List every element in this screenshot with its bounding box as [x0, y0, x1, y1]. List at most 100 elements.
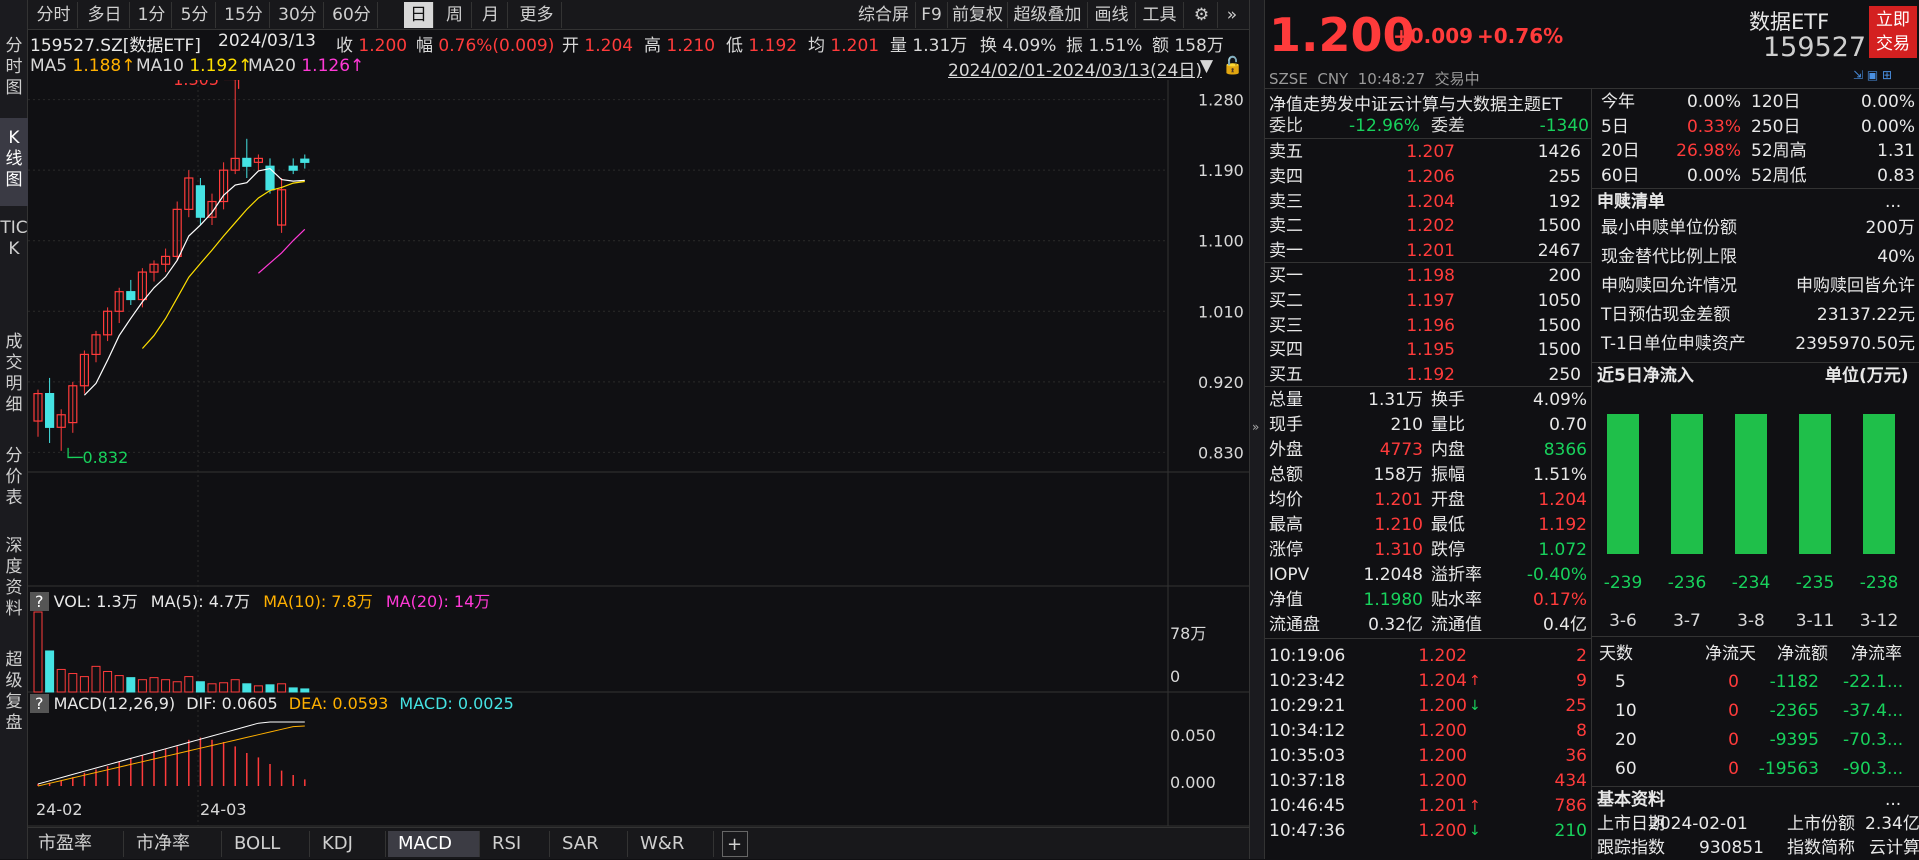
- volume-bars: [33, 611, 310, 693]
- period-week[interactable]: 周: [438, 2, 472, 28]
- flow-days: 5: [1615, 672, 1626, 692]
- dropdown-triangle-icon[interactable]: ▼: [1200, 56, 1213, 76]
- candle: [300, 154, 310, 169]
- subscription-title: 申赎清单: [1597, 192, 1665, 212]
- flow-header: 净流额: [1777, 644, 1828, 664]
- overlay-button[interactable]: 超级叠加: [1008, 2, 1088, 28]
- tab-timeshare[interactable]: 分时图: [0, 36, 28, 108]
- tab-tick[interactable]: TICK: [0, 218, 28, 314]
- vol-help-icon[interactable]: ?: [30, 592, 49, 611]
- trade-now-button[interactable]: 立即交易: [1869, 6, 1917, 58]
- period-60min[interactable]: 60分: [326, 2, 378, 28]
- macd-help-icon[interactable]: ?: [30, 694, 49, 713]
- stat-value: -0.40%: [1526, 565, 1587, 585]
- period-multiday[interactable]: 多日: [80, 2, 130, 28]
- tab-macd[interactable]: MACD: [388, 831, 480, 857]
- period-day[interactable]: 日: [404, 2, 434, 28]
- kline-chart[interactable]: 1.2801.1901.1001.0100.9200.830 1.305 ─┐ …: [28, 80, 1249, 850]
- add-indicator-icon[interactable]: +: [722, 831, 748, 857]
- x-axis-label-mar: 24-03: [200, 800, 247, 819]
- period-month[interactable]: 月: [474, 2, 508, 28]
- quote-time: 10:48:27: [1357, 70, 1426, 88]
- ma20-value: 1.126↑: [301, 56, 365, 76]
- price-tick-label: 0.920: [1198, 373, 1244, 392]
- period-5min[interactable]: 5分: [174, 2, 216, 28]
- open-label: 开: [562, 36, 579, 56]
- panel-divider[interactable]: »: [1249, 0, 1265, 859]
- gear-icon[interactable]: ⚙: [1186, 2, 1218, 28]
- flow-net-days: 0: [1728, 759, 1739, 779]
- composite-screen-button[interactable]: 综合屏: [852, 2, 916, 28]
- period-1min[interactable]: 1分: [132, 2, 172, 28]
- basic-info-more[interactable]: ...: [1885, 788, 1901, 812]
- period-30min[interactable]: 30分: [272, 2, 324, 28]
- flow-net-amount: -1182: [1769, 672, 1819, 692]
- price-tick-label: 1.190: [1198, 161, 1244, 180]
- perf-label: 52周低: [1751, 165, 1807, 186]
- tab-boll[interactable]: BOLL: [224, 831, 310, 857]
- tab-deals[interactable]: 成交明细: [0, 332, 28, 428]
- ma5-line: [83, 167, 305, 396]
- tab-sar[interactable]: SAR: [552, 831, 628, 857]
- flow-net-rate: -90.3...: [1843, 759, 1904, 779]
- tab-pb[interactable]: 市净率: [126, 831, 222, 857]
- vol-axis-max: 78万: [1170, 624, 1207, 643]
- subscription-more[interactable]: ...: [1885, 190, 1901, 214]
- book-level-label: 买一: [1269, 266, 1303, 286]
- volume-bar: [56, 668, 66, 693]
- period-1d-timeshare[interactable]: 分时: [30, 2, 78, 28]
- tick-price: 1.200: [1418, 821, 1467, 841]
- candle: [161, 248, 171, 273]
- panel-mini-icons[interactable]: ⇲ ▣ ⊞: [1853, 68, 1915, 84]
- volume-bar: [219, 682, 229, 693]
- candle: [56, 409, 66, 451]
- listing-shares-value: 2.34亿: [1865, 814, 1919, 834]
- macd-value: MACD: 0.0025: [399, 694, 514, 713]
- tab-wr[interactable]: W&R: [630, 831, 714, 857]
- candle: [68, 381, 78, 433]
- lock-icon[interactable]: 🔓: [1222, 56, 1243, 76]
- book-level-label: 卖五: [1269, 142, 1303, 162]
- inflow-value: -234: [1732, 573, 1771, 593]
- tick-volume: 25: [1565, 696, 1587, 716]
- ma10-label: MA10: [136, 56, 184, 76]
- flow-net-days: 0: [1728, 701, 1739, 721]
- tab-replay[interactable]: 超级复盘: [0, 650, 28, 746]
- tab-depth[interactable]: 深度资料: [0, 536, 28, 632]
- amt-label: 额: [1152, 36, 1169, 56]
- volume-bar: [126, 677, 136, 693]
- f9-button[interactable]: F9: [916, 2, 948, 28]
- draw-button[interactable]: 画线: [1088, 2, 1136, 28]
- tab-kline[interactable]: K线图: [0, 118, 28, 206]
- subscription-value: 23137.22元: [1816, 305, 1915, 325]
- volume-bar: [172, 681, 182, 693]
- tab-pe[interactable]: 市盈率: [28, 831, 124, 857]
- flow-header: 天数: [1599, 644, 1633, 664]
- vol-axis-zero: 0: [1170, 667, 1181, 686]
- period-more[interactable]: 更多: [512, 2, 562, 28]
- tick-arrow-icon: ↑: [1469, 798, 1481, 814]
- tab-kdj[interactable]: KDJ: [312, 831, 386, 857]
- stat-label: 净值: [1269, 590, 1303, 610]
- tab-price-dist[interactable]: 分价表: [0, 446, 28, 518]
- volume-bar: [242, 683, 252, 693]
- stat-label: 流通值: [1431, 615, 1482, 635]
- collapse-icon[interactable]: »: [1218, 2, 1246, 28]
- perf-value: 0.83: [1877, 165, 1915, 186]
- perf-label: 今年: [1601, 92, 1635, 112]
- candle: [149, 260, 159, 282]
- tick-price: 1.200: [1418, 696, 1467, 716]
- period-15min[interactable]: 15分: [218, 2, 270, 28]
- ma5-label: MA5: [30, 56, 68, 76]
- book-level-volume: 1500: [1537, 216, 1581, 237]
- adjust-button[interactable]: 前复权: [948, 2, 1008, 28]
- high-label: 高: [644, 36, 661, 56]
- flow-net-days: 0: [1728, 672, 1739, 692]
- stat-label: 总额: [1269, 465, 1303, 485]
- security-code-large: 159527: [1763, 32, 1867, 63]
- stat-label: 振幅: [1431, 465, 1465, 485]
- tools-button[interactable]: 工具: [1136, 2, 1184, 28]
- tab-rsi[interactable]: RSI: [482, 831, 550, 857]
- date-range[interactable]: 2024/02/01-2024/03/13(24日): [948, 56, 1202, 81]
- inflow-date: 3-11: [1796, 611, 1835, 631]
